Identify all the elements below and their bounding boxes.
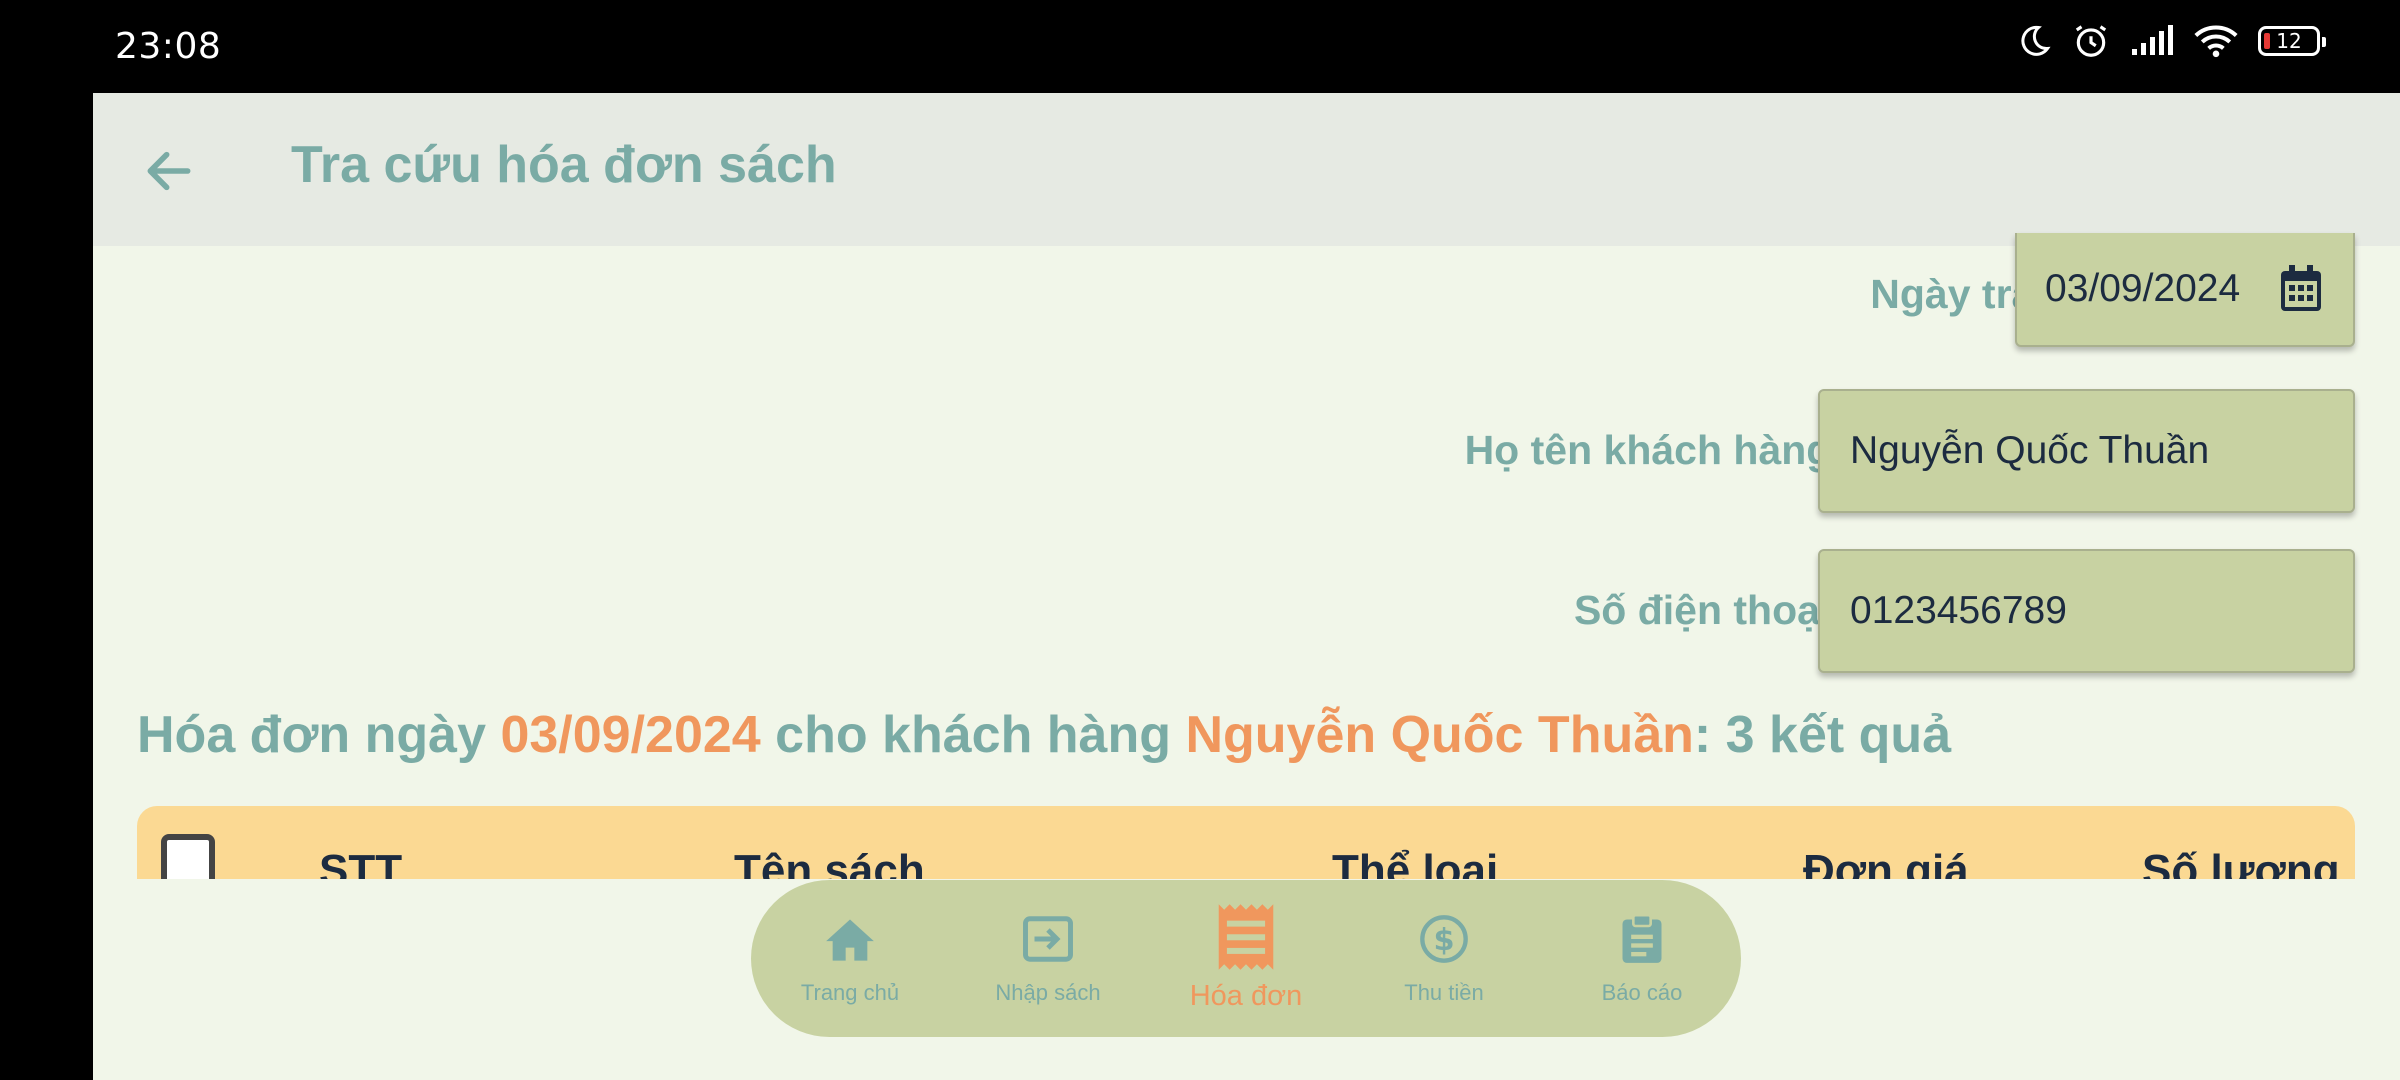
status-icons: 12 <box>2016 22 2326 60</box>
home-icon <box>824 910 876 968</box>
nav-item-trang-chu[interactable]: Trang chủ <box>751 880 949 1037</box>
page-title: Tra cứu hóa đơn sách <box>291 136 837 194</box>
moon-icon <box>2016 23 2052 59</box>
customer-name-field[interactable] <box>1818 389 2355 513</box>
nav-label-bao-cao: Báo cáo <box>1601 980 1683 1005</box>
result-summary: Hóa đơn ngày 03/09/2024 cho khách hàng N… <box>137 705 1951 765</box>
result-middle: cho khách hàng <box>760 706 1186 764</box>
calendar-icon[interactable] <box>2279 265 2323 323</box>
arrow-left-icon <box>147 151 191 191</box>
date-field[interactable]: 03/09/2024 <box>2015 233 2355 347</box>
battery-icon: 12 <box>2258 26 2326 56</box>
app-screen: Tra cứu hóa đơn sách Ngày tra: 03/09/202… <box>93 93 2400 1080</box>
clipboard-icon <box>1619 910 1665 968</box>
nav-label-trang-chu: Trang chủ <box>800 980 900 1005</box>
back-button[interactable] <box>141 143 197 199</box>
import-icon <box>1021 910 1075 968</box>
app-bar: Tra cứu hóa đơn sách <box>93 93 2400 246</box>
customer-name-input[interactable] <box>1820 429 2353 473</box>
date-value: 03/09/2024 <box>2045 267 2241 310</box>
bottom-navigation: Trang chủ Nhập sách Hóa đơn $ Thu tiền B… <box>751 880 1741 1037</box>
result-count: : 3 kết quả <box>1693 706 1952 764</box>
nav-item-thu-tien[interactable]: $ Thu tiền <box>1345 880 1543 1037</box>
alarm-icon <box>2072 22 2110 60</box>
nav-item-hoa-don[interactable]: Hóa đơn <box>1147 880 1345 1037</box>
dollar-icon: $ <box>1418 910 1470 968</box>
customer-name-label: Họ tên khách hàng: <box>1464 427 1845 473</box>
receipt-icon <box>1216 904 1276 970</box>
battery-level: 12 <box>2276 29 2302 53</box>
phone-input[interactable] <box>1820 589 2353 633</box>
nav-label-thu-tien: Thu tiền <box>1404 980 1484 1005</box>
nav-item-nhap-sach[interactable]: Nhập sách <box>949 880 1147 1037</box>
nav-label-nhap-sach: Nhập sách <box>995 980 1101 1005</box>
status-bar: 23:08 12 <box>0 0 2400 93</box>
wifi-icon <box>2194 24 2238 58</box>
signal-icon <box>2130 25 2174 57</box>
svg-text:$: $ <box>1433 923 1454 958</box>
nav-label-hoa-don: Hóa đơn <box>1189 980 1303 1012</box>
nav-item-bao-cao[interactable]: Báo cáo <box>1543 880 1741 1037</box>
result-prefix: Hóa đơn ngày <box>137 706 501 764</box>
result-date: 03/09/2024 <box>500 706 761 764</box>
status-time: 23:08 <box>115 26 222 67</box>
result-customer: Nguyễn Quốc Thuần <box>1185 706 1694 764</box>
phone-field[interactable] <box>1818 549 2355 673</box>
phone-label: Số điện thoại: <box>1573 587 1845 633</box>
